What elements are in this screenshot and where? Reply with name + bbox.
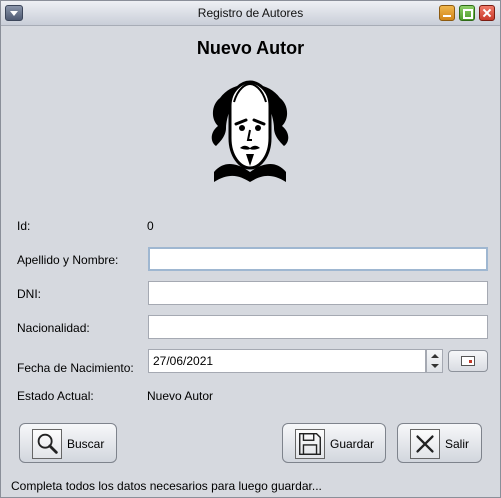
dni-field[interactable] [148,281,488,305]
spinner-up-icon[interactable] [431,354,439,358]
estado-label: Estado Actual: [17,389,94,403]
dni-label: DNI: [17,287,41,301]
nacionalidad-label: Nacionalidad: [17,321,90,335]
buscar-button[interactable]: Buscar [19,423,117,463]
window-title: Registro de Autores [197,6,304,20]
buscar-label: Buscar [67,437,105,451]
guardar-button[interactable]: Guardar [282,423,386,463]
spinner-down-icon[interactable] [431,364,439,368]
minimize-icon[interactable] [439,5,455,21]
maximize-icon[interactable] [459,5,475,21]
fecha-field[interactable] [148,349,426,373]
salir-label: Salir [445,437,470,451]
exit-x-icon [410,429,440,459]
floppy-disk-icon [295,429,325,459]
calendar-icon [461,356,475,366]
close-icon[interactable] [479,5,495,21]
calendar-button[interactable] [448,350,488,372]
page-title: Nuevo Autor [196,38,305,58]
guardar-label: Guardar [330,437,375,451]
id-value: 0 [147,219,154,233]
magnifier-icon [32,429,62,459]
status-text: Completa todos los datos necesarios para… [11,479,322,493]
id-label: Id: [17,219,31,233]
date-spinner[interactable] [426,349,443,373]
fecha-label: Fecha de Nacimiento: [17,361,134,375]
salir-button[interactable]: Salir [397,423,482,463]
nombre-label: Apellido y Nombre: [17,253,119,267]
title-bar: Registro de Autores [1,1,500,26]
author-portrait-icon [211,80,289,182]
estado-value: Nuevo Autor [147,389,214,403]
nacionalidad-field[interactable] [148,315,488,339]
nombre-field[interactable] [148,247,488,271]
